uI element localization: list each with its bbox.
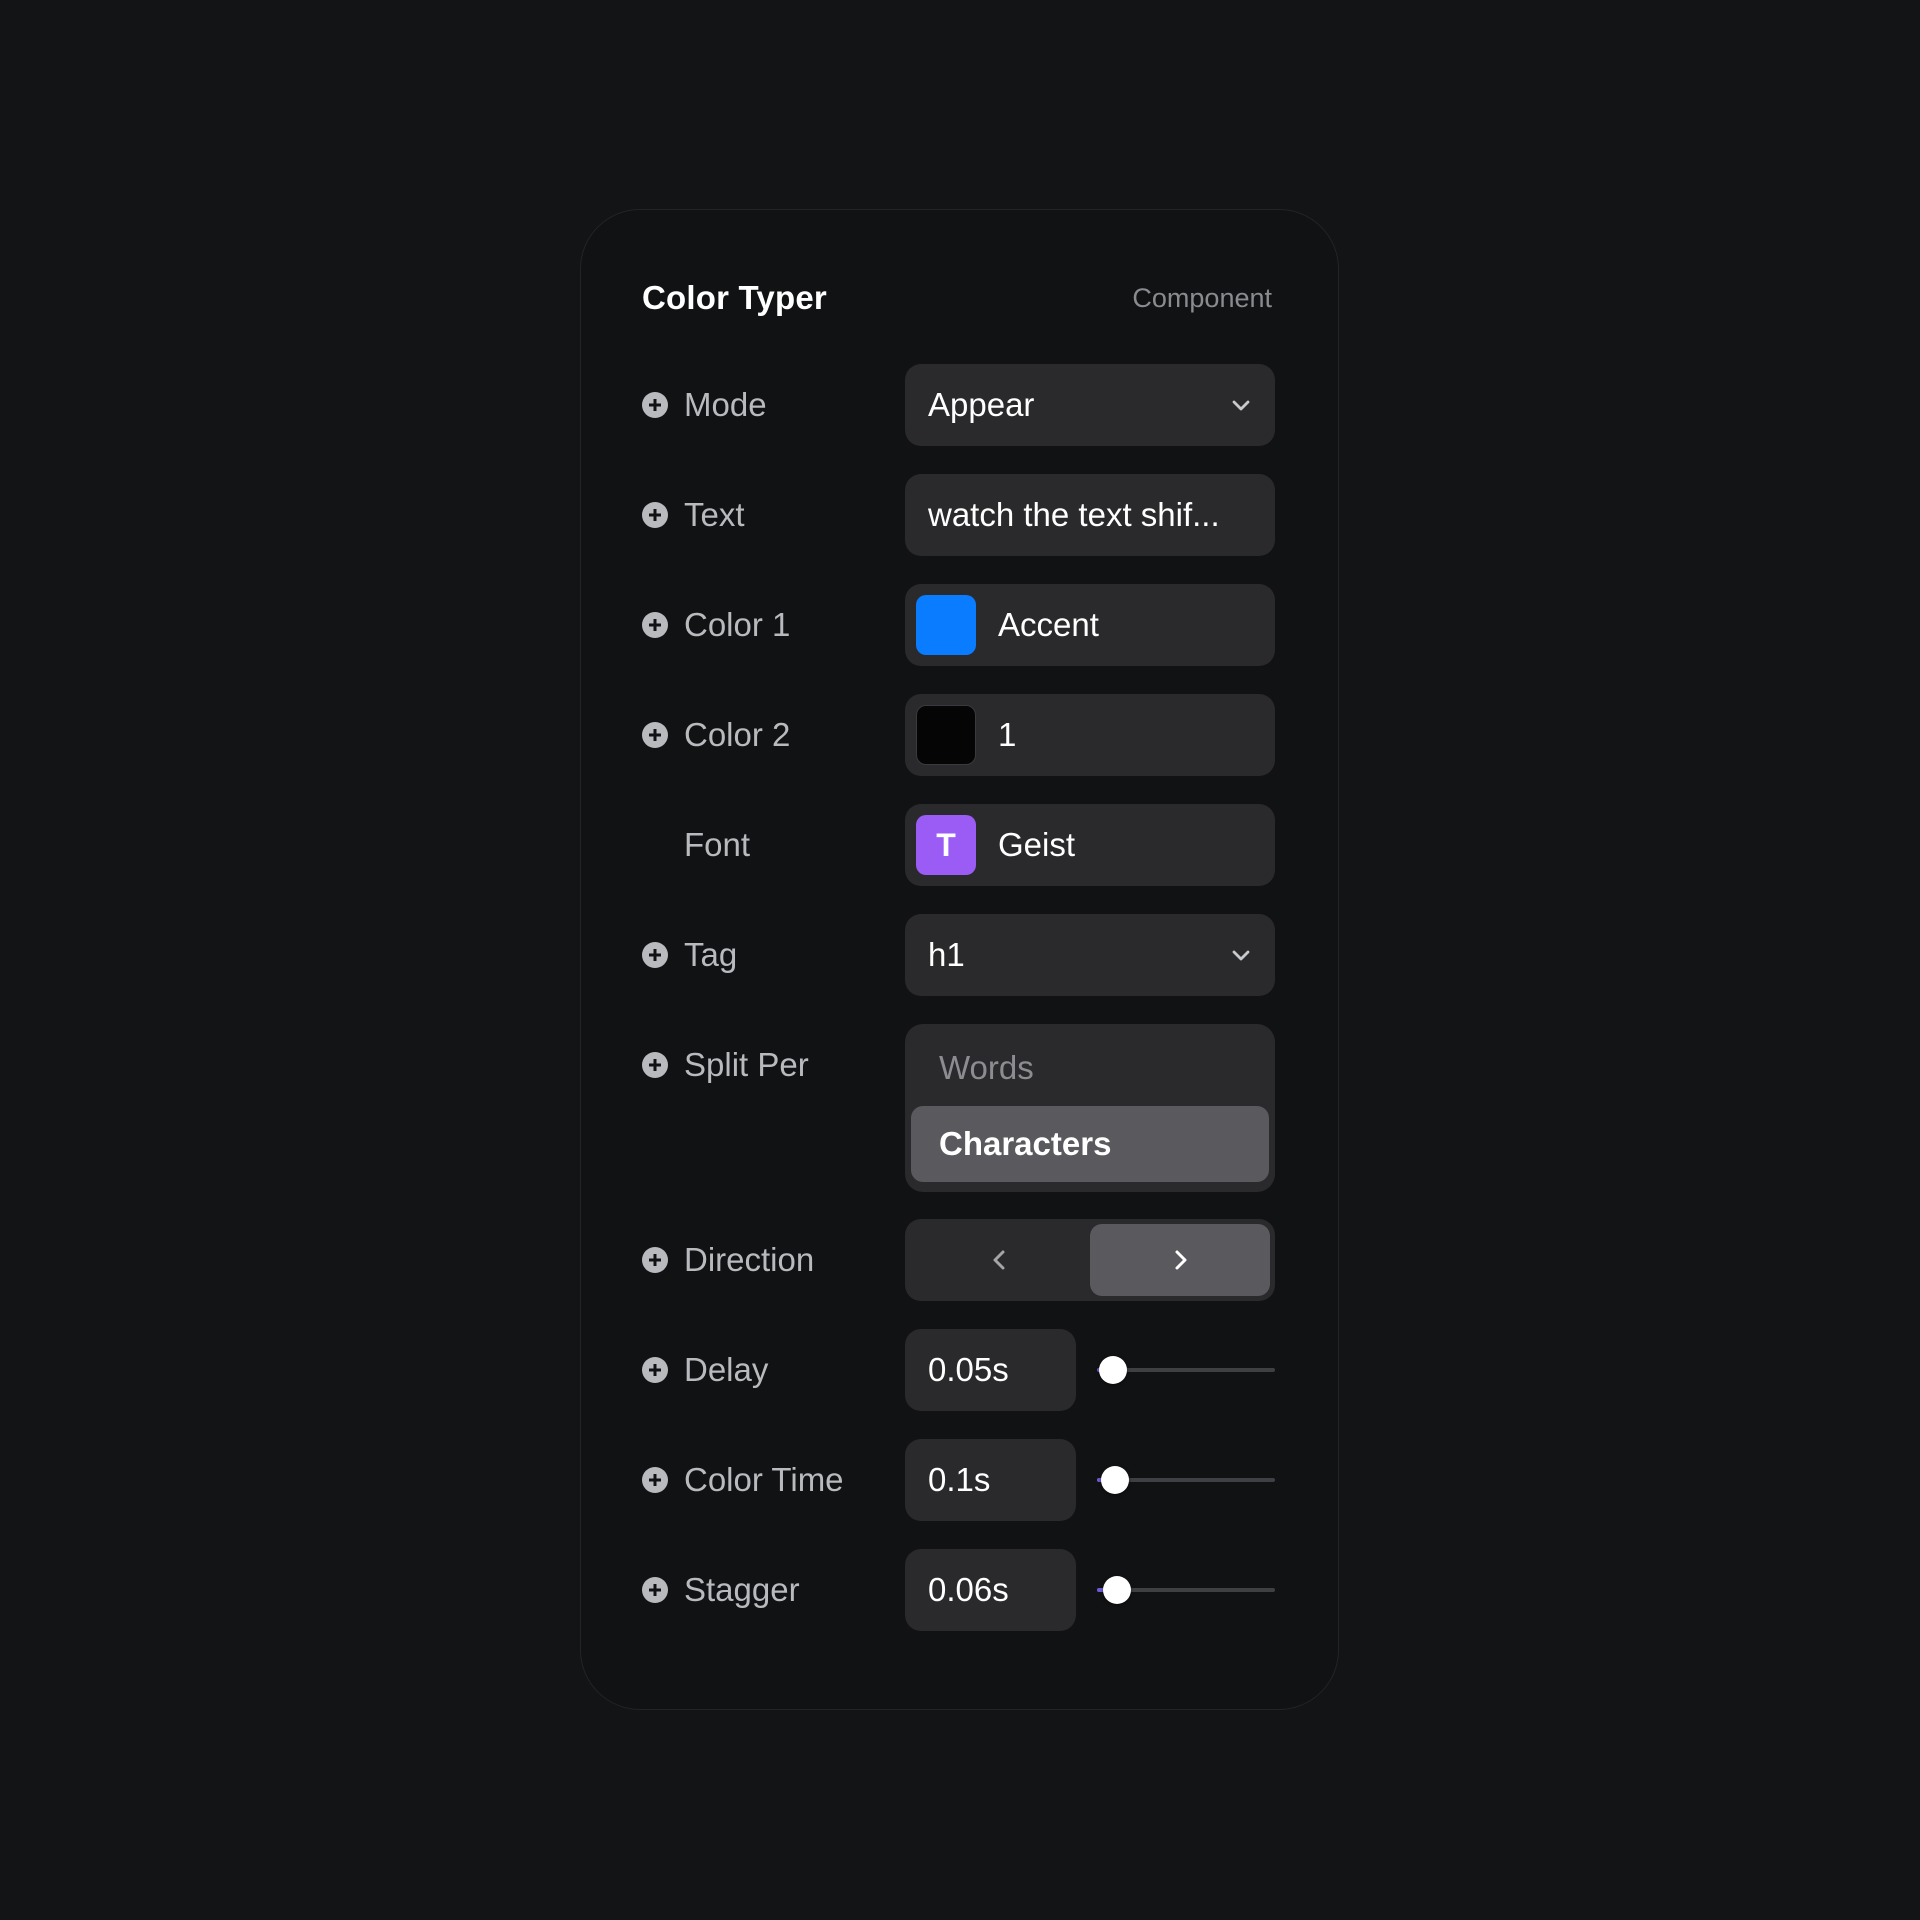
- text-value: watch the text shif...: [928, 496, 1220, 533]
- split-option-characters[interactable]: Characters: [911, 1106, 1269, 1182]
- font-type-icon: T: [916, 815, 976, 875]
- plus-circle-icon[interactable]: [642, 502, 668, 528]
- color1-value: Accent: [998, 606, 1099, 643]
- tag-label-group: Tag: [642, 935, 737, 975]
- chevron-down-icon: [1232, 400, 1250, 411]
- split-per-label-group: Split Per: [642, 1045, 809, 1085]
- mode-select[interactable]: Appear: [905, 364, 1275, 446]
- mode-label: Mode: [684, 386, 767, 423]
- chevron-left-icon: [993, 1250, 1005, 1270]
- split-per-label: Split Per: [684, 1046, 809, 1083]
- direction-right-button[interactable]: [1090, 1224, 1270, 1296]
- mode-label-group: Mode: [642, 385, 767, 425]
- mode-value: Appear: [928, 386, 1035, 423]
- panel-title: Color Typer: [642, 279, 827, 316]
- plus-circle-icon[interactable]: [642, 942, 668, 968]
- panel-header: Color Typer Component: [642, 278, 1272, 318]
- tag-select[interactable]: h1: [905, 914, 1275, 996]
- direction-toggle: [905, 1219, 1275, 1301]
- tag-label: Tag: [684, 936, 738, 973]
- delay-input[interactable]: 0.05s: [905, 1329, 1076, 1411]
- stagger-input[interactable]: 0.06s: [905, 1549, 1076, 1631]
- delay-slider[interactable]: [1097, 1355, 1275, 1385]
- color1-label: Color 1: [684, 606, 791, 643]
- color-typer-panel: Color Typer Component Mode Appear Text w…: [580, 209, 1339, 1710]
- plus-circle-icon[interactable]: [642, 1052, 668, 1078]
- stagger-label: Stagger: [684, 1571, 800, 1608]
- color2-swatch[interactable]: [916, 705, 976, 765]
- stagger-label-group: Stagger: [642, 1570, 800, 1610]
- font-value: Geist: [998, 826, 1076, 863]
- slider-thumb[interactable]: [1102, 1576, 1131, 1604]
- text-input[interactable]: watch the text shif...: [905, 474, 1275, 556]
- tag-value: h1: [928, 936, 965, 973]
- plus-circle-icon[interactable]: [642, 1247, 668, 1273]
- color-time-label-group: Color Time: [642, 1460, 844, 1500]
- plus-circle-icon[interactable]: [642, 1357, 668, 1383]
- direction-label-group: Direction: [642, 1240, 814, 1280]
- color1-swatch[interactable]: [916, 595, 976, 655]
- color-time-slider[interactable]: [1097, 1465, 1275, 1495]
- font-picker[interactable]: T Geist: [905, 804, 1275, 886]
- split-option-words[interactable]: Words: [911, 1030, 1269, 1106]
- panel-subtitle: Component: [1132, 282, 1272, 313]
- color1-picker[interactable]: Accent: [905, 584, 1275, 666]
- color-time-input[interactable]: 0.1s: [905, 1439, 1076, 1521]
- color2-label-group: Color 2: [642, 715, 790, 755]
- plus-circle-icon[interactable]: [642, 612, 668, 638]
- slider-thumb[interactable]: [1100, 1466, 1129, 1494]
- color-time-label: Color Time: [684, 1461, 844, 1498]
- direction-label: Direction: [684, 1241, 815, 1278]
- color1-label-group: Color 1: [642, 605, 790, 645]
- chevron-down-icon: [1232, 950, 1250, 961]
- split-per-segmented: Words Characters: [905, 1024, 1275, 1192]
- text-label: Text: [684, 496, 745, 533]
- direction-left-button[interactable]: [910, 1224, 1090, 1296]
- stagger-slider[interactable]: [1097, 1575, 1275, 1605]
- plus-circle-icon[interactable]: [642, 1467, 668, 1493]
- plus-circle-icon[interactable]: [642, 392, 668, 418]
- color2-value: 1: [998, 716, 1017, 753]
- chevron-right-icon: [1175, 1250, 1187, 1270]
- text-label-group: Text: [642, 495, 745, 535]
- delay-label-group: Delay: [642, 1350, 768, 1390]
- color2-picker[interactable]: 1: [905, 694, 1275, 776]
- plus-circle-icon[interactable]: [642, 722, 668, 748]
- font-label: Font: [684, 826, 751, 863]
- delay-label: Delay: [684, 1351, 769, 1388]
- color2-label: Color 2: [684, 716, 791, 753]
- font-label-group: Font: [642, 825, 750, 865]
- slider-thumb[interactable]: [1099, 1356, 1128, 1384]
- plus-circle-icon[interactable]: [642, 1577, 668, 1603]
